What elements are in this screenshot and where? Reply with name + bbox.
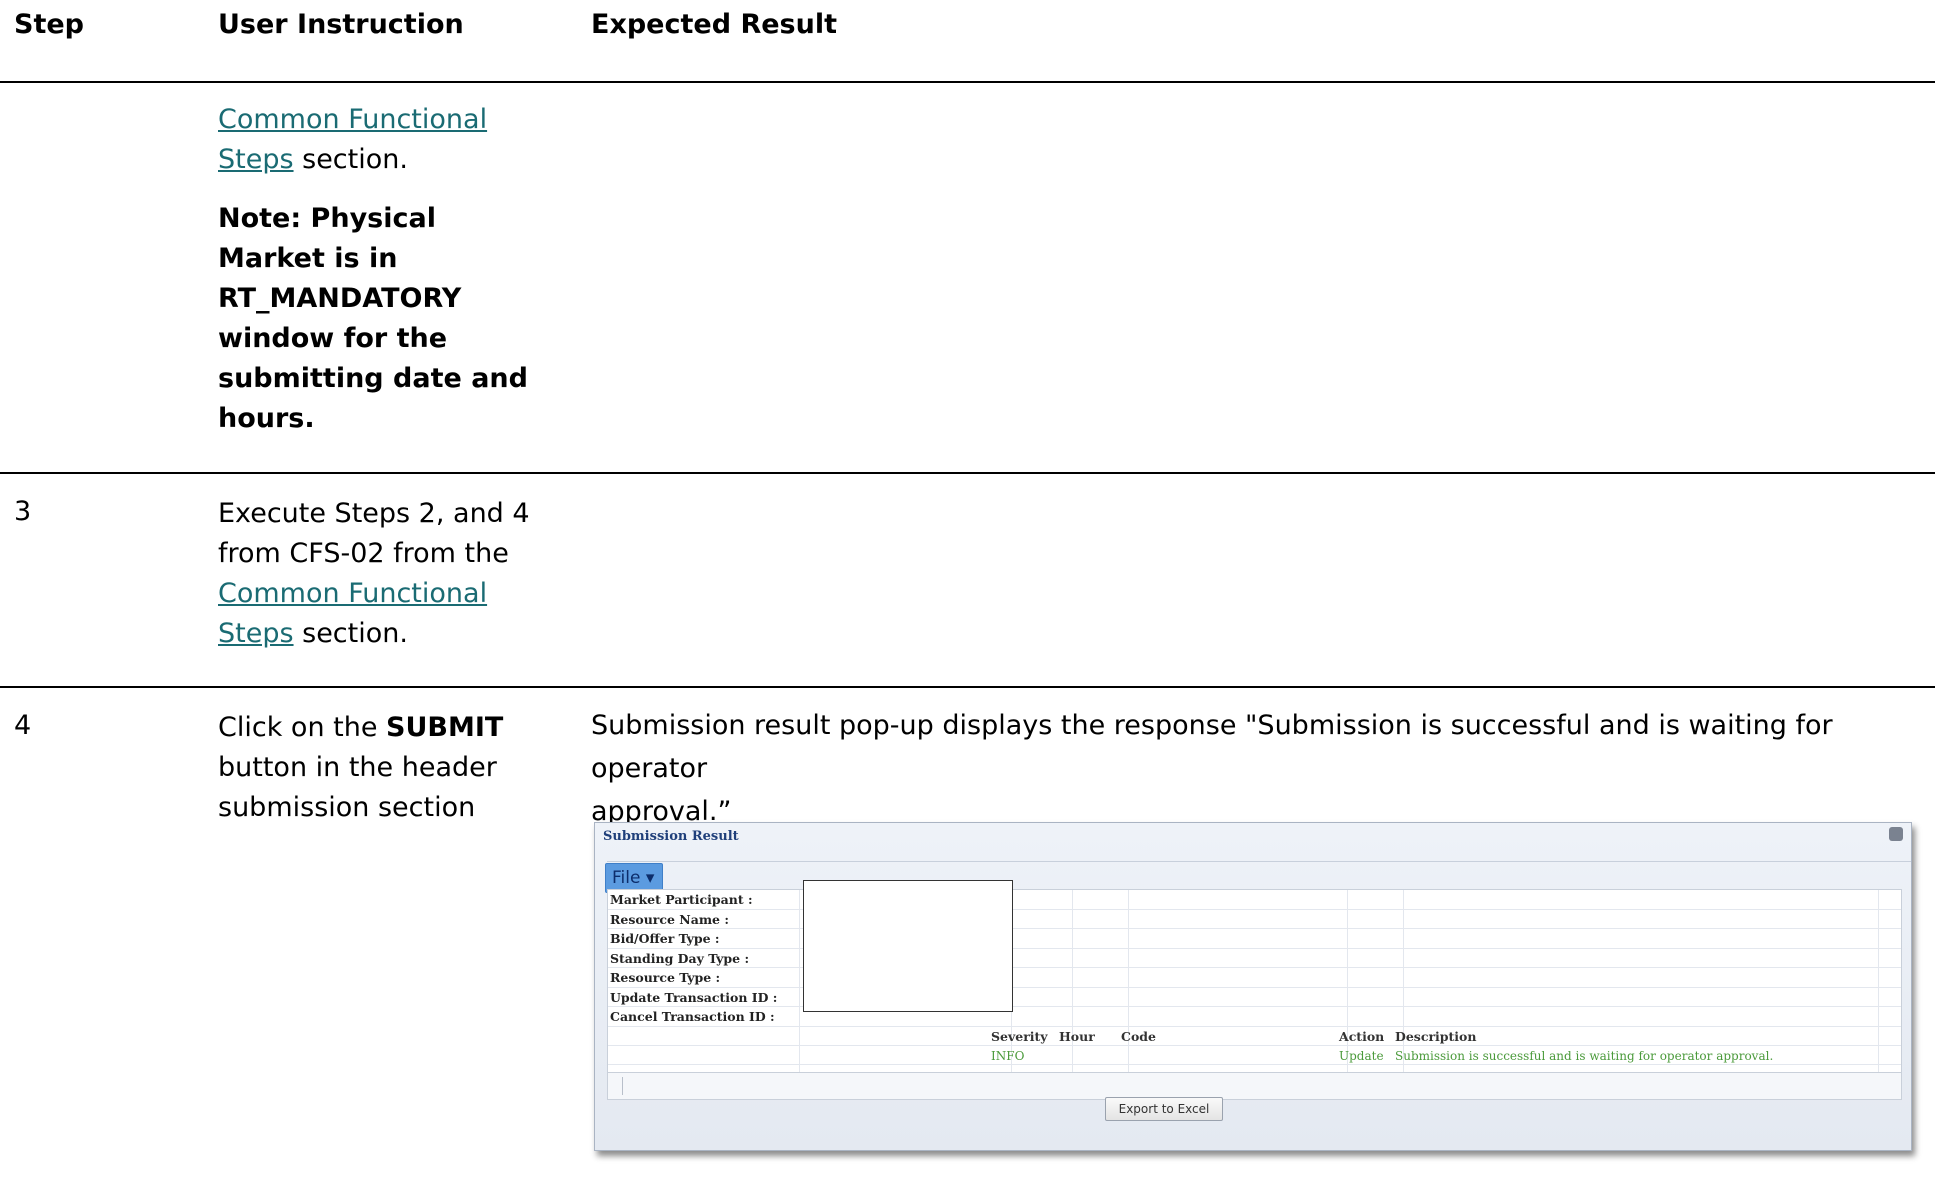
header-user-instruction: User Instruction	[218, 9, 464, 40]
row-cont-instruction: Common Functional Steps section.	[218, 100, 487, 180]
physical-market-note: Note: Physical Market is in RT_MANDATORY…	[218, 199, 528, 439]
grid-line	[608, 948, 1901, 949]
common-functional-steps-link-2[interactable]: Steps	[218, 144, 294, 175]
redacted-values-box	[803, 880, 1013, 1012]
field-label: Standing Day Type :	[610, 951, 750, 966]
note-line: Market is in	[218, 243, 398, 274]
result-grid: Market Participant : Resource Name : Bid…	[607, 880, 1902, 1073]
instr-text: button in the header	[218, 752, 497, 783]
column-code: Code	[1121, 1029, 1156, 1044]
expected-text: Submission result pop-up displays the re…	[591, 710, 1833, 784]
grid-line	[608, 1064, 1901, 1065]
grid-line	[1878, 890, 1879, 1072]
common-functional-steps-link[interactable]: Common Functional	[218, 104, 487, 135]
submission-result-popup: Submission Result File ▾ Market Particip…	[594, 822, 1912, 1151]
grid-line	[608, 928, 1901, 929]
status-bar	[607, 1072, 1902, 1100]
row3-instruction: Execute Steps 2, and 4 from CFS-02 from …	[218, 494, 530, 654]
column-hour: Hour	[1059, 1029, 1095, 1044]
popup-title: Submission Result	[603, 829, 739, 844]
grid-line	[608, 909, 1901, 910]
field-label: Bid/Offer Type :	[610, 931, 720, 946]
step-number-4: 4	[14, 710, 32, 741]
message-action: Update	[1339, 1049, 1384, 1063]
export-to-excel-button[interactable]: Export to Excel	[1105, 1097, 1223, 1121]
grid-line	[608, 1006, 1901, 1007]
header-divider	[0, 81, 1935, 83]
column-severity: Severity	[991, 1029, 1048, 1044]
instr-text: submission section	[218, 792, 476, 823]
instr-text: Click on the	[218, 712, 387, 743]
header-expected-result: Expected Result	[591, 9, 838, 40]
message-severity: INFO	[991, 1049, 1025, 1063]
row4-instruction: Click on the SUBMIT button in the header…	[218, 708, 503, 828]
submit-keyword: SUBMIT	[386, 712, 504, 743]
status-divider	[622, 1077, 623, 1095]
grid-line	[608, 1045, 1901, 1046]
field-label: Resource Name :	[610, 912, 729, 927]
close-icon[interactable]	[1889, 827, 1903, 841]
note-line: RT_MANDATORY	[218, 283, 462, 314]
field-label: Cancel Transaction ID :	[610, 1009, 775, 1024]
section-text: section.	[293, 144, 408, 175]
grid-line	[608, 1026, 1901, 1027]
note-line: hours.	[218, 403, 315, 434]
row3-line: from CFS-02 from the	[218, 538, 509, 569]
field-label: Update Transaction ID :	[610, 990, 778, 1005]
row-divider	[0, 472, 1935, 474]
step-number-3: 3	[14, 496, 32, 527]
grid-line	[799, 890, 800, 1072]
field-label: Resource Type :	[610, 970, 721, 985]
note-line: submitting date and	[218, 363, 528, 394]
common-functional-steps-link-3[interactable]: Common Functional	[218, 578, 487, 609]
field-label: Market Participant :	[610, 892, 753, 907]
common-functional-steps-link-4[interactable]: Steps	[218, 618, 294, 649]
row3-line: Execute Steps 2, and 4	[218, 498, 530, 529]
note-line: window for the	[218, 323, 448, 354]
section-text: section.	[293, 618, 408, 649]
grid-line	[608, 967, 1901, 968]
column-description: Description	[1395, 1029, 1477, 1044]
message-description: Submission is successful and is waiting …	[1395, 1049, 1774, 1063]
header-step: Step	[14, 9, 84, 40]
column-action: Action	[1339, 1029, 1385, 1044]
grid-line	[608, 987, 1901, 988]
row-divider	[0, 686, 1935, 688]
row4-expected-result: Submission result pop-up displays the re…	[591, 704, 1935, 833]
note-line: Note: Physical	[218, 203, 436, 234]
